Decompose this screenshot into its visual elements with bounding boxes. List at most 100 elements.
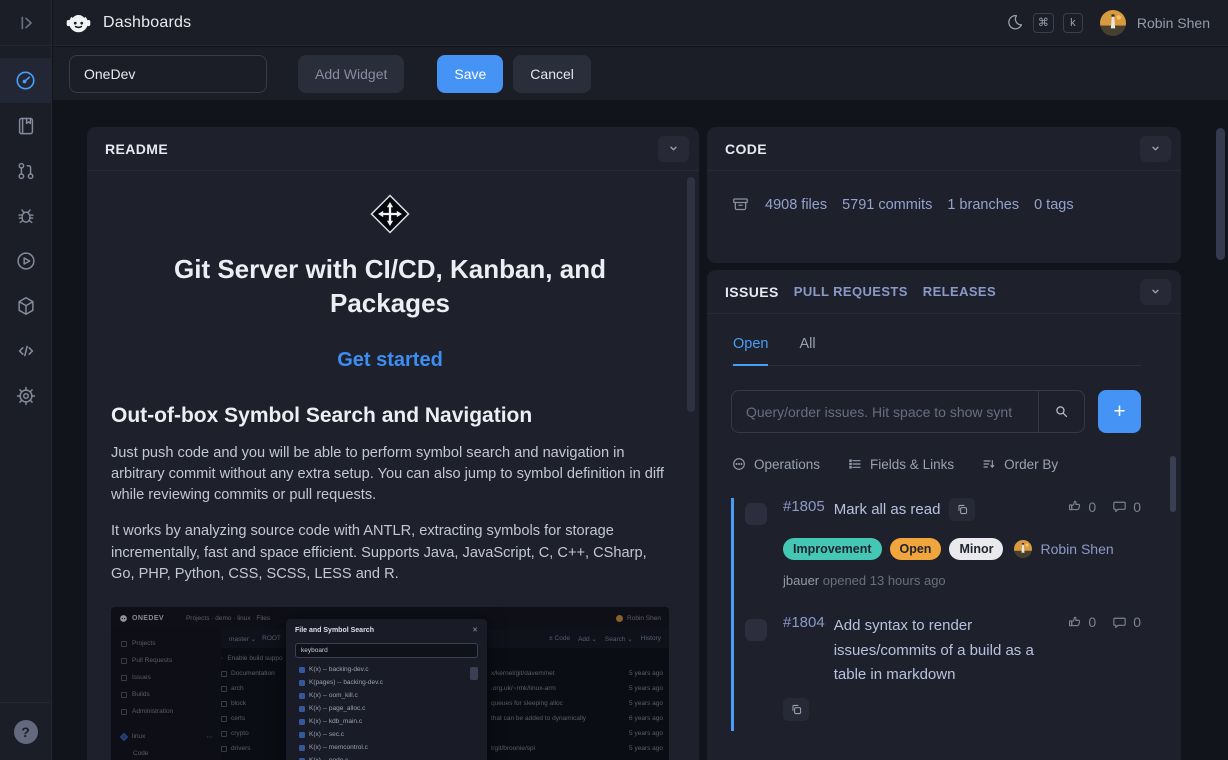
dashboard-content: README (53, 100, 1228, 760)
pull-requests-tab-link[interactable]: PULL REQUESTS (794, 284, 908, 299)
get-started-link[interactable]: Get started (111, 349, 669, 372)
readme-widget-title: README (105, 141, 168, 157)
issue-title-link[interactable]: Add syntax to render issues/commits of a… (834, 614, 1066, 688)
issues-tabs: Open All (731, 336, 1141, 366)
issue-main: #1804 Add syntax to render issues/commit… (783, 614, 1181, 721)
add-widget-button[interactable]: Add Widget (298, 55, 404, 93)
tags-count[interactable]: 0 tags (1034, 197, 1074, 213)
chevron-down-icon (666, 141, 681, 156)
sidebar-item-projects[interactable] (0, 103, 52, 148)
bug-icon (15, 205, 37, 227)
issues-query-input[interactable] (731, 390, 1038, 433)
code-widget-menu-button[interactable] (1140, 136, 1171, 162)
issue-number[interactable]: #1805 (783, 498, 825, 515)
copy-icon (956, 503, 969, 516)
issue-meta: jbauer opened 13 hours ago (783, 573, 1181, 588)
thumbs-up-icon (1066, 498, 1083, 515)
issue-comments[interactable]: 0 (1111, 498, 1141, 515)
commits-count[interactable]: 5791 commits (842, 197, 932, 213)
archive-icon (731, 195, 750, 214)
readme-subheading: Out-of-box Symbol Search and Navigation (111, 404, 669, 428)
releases-tab-link[interactable]: RELEASES (923, 284, 996, 299)
label-open[interactable]: Open (890, 538, 942, 560)
readme-paragraph-1: Just push code and you will be able to p… (111, 443, 669, 507)
new-issue-button[interactable]: + (1098, 390, 1141, 433)
label-improvement[interactable]: Improvement (783, 538, 882, 560)
search-icon (1053, 403, 1070, 420)
cancel-button[interactable]: Cancel (513, 55, 591, 93)
sidebar-item-pull-requests[interactable] (0, 148, 52, 193)
sidebar-help-section: ? (0, 702, 52, 760)
screenshot-result-item: K(x) -- kdb_main.c (295, 715, 478, 728)
help-button[interactable]: ? (14, 720, 38, 744)
sidebar-expand-button[interactable] (0, 0, 52, 46)
kbd-command-key: ⌘ (1033, 13, 1054, 33)
readme-widget: README (87, 127, 699, 760)
sort-icon (981, 456, 997, 472)
tab-open[interactable]: Open (733, 336, 768, 366)
screenshot-result-item: K(x) -- sec.c (295, 728, 478, 741)
copy-icon (790, 703, 803, 716)
sidebar-item-builds[interactable] (0, 238, 52, 283)
screenshot-result-item: K(x) -- memcontrol.c (295, 741, 478, 754)
screenshot-result-item: K(x) -- page_alloc.c (295, 702, 478, 715)
issues-search-button[interactable] (1038, 390, 1085, 433)
code-widget-header: CODE (707, 127, 1181, 171)
readme-scrollbar[interactable] (687, 177, 695, 412)
page-scrollbar[interactable] (1216, 128, 1225, 260)
operations-icon (731, 456, 747, 472)
operations-menu[interactable]: Operations (731, 456, 820, 472)
play-circle-icon (15, 250, 37, 272)
user-avatar[interactable] (1100, 10, 1126, 36)
issues-widget-header: ISSUES PULL REQUESTS RELEASES (707, 270, 1181, 314)
issues-widget: ISSUES PULL REQUESTS RELEASES Open All (707, 270, 1181, 760)
issue-checkbox[interactable] (745, 619, 767, 641)
code-stats: 4908 files 5791 commits 1 branches 0 tag… (707, 171, 1181, 214)
tab-all[interactable]: All (799, 336, 815, 365)
thumbs-up-icon (1066, 614, 1083, 631)
copy-issue-button[interactable] (783, 698, 809, 721)
issues-widget-menu-button[interactable] (1140, 279, 1171, 305)
code-widget-title: CODE (725, 141, 767, 157)
assignee-avatar[interactable] (1014, 540, 1032, 558)
sidebar-nav (0, 58, 52, 418)
sidebar-item-packages[interactable] (0, 283, 52, 328)
reporter-name[interactable]: jbauer (783, 573, 819, 588)
assignee-name[interactable]: Robin Shen (1040, 541, 1113, 557)
book-icon (15, 115, 37, 137)
issue-number[interactable]: #1804 (783, 614, 825, 631)
sidebar-item-issues[interactable] (0, 193, 52, 238)
chevron-down-icon (1148, 284, 1163, 299)
sidebar-item-administration[interactable] (0, 373, 52, 418)
user-name[interactable]: Robin Shen (1137, 15, 1210, 31)
order-by-menu[interactable]: Order By (981, 456, 1058, 472)
issue-row-1804: #1804 Add syntax to render issues/commit… (745, 614, 1181, 721)
save-button[interactable]: Save (437, 55, 503, 93)
sidebar-item-dashboards[interactable] (0, 58, 52, 103)
sidebar-item-code[interactable] (0, 328, 52, 373)
package-icon (15, 295, 37, 317)
onedev-robot-logo-icon (65, 9, 92, 36)
issues-content: Open All + Operations (707, 314, 1181, 721)
readme-widget-menu-button[interactable] (658, 136, 689, 162)
screenshot-modal-search-input: keyboard (295, 643, 478, 658)
screenshot-result-item: K(x) -- oom_kill.c (295, 689, 478, 702)
label-minor[interactable]: Minor (949, 538, 1003, 560)
issue-title-link[interactable]: Mark all as read (834, 498, 941, 523)
dashboard-name-input[interactable] (69, 55, 267, 93)
branches-count[interactable]: 1 branches (947, 197, 1019, 213)
issue-comments[interactable]: 0 (1111, 614, 1141, 631)
issue-checkbox[interactable] (745, 503, 767, 525)
fields-links-menu[interactable]: Fields & Links (847, 456, 954, 472)
screenshot-result-item: K(x) -- backing-dev.c (295, 663, 478, 676)
issues-tab-link[interactable]: ISSUES (725, 284, 779, 300)
files-count[interactable]: 4908 files (765, 197, 827, 213)
dark-mode-moon-icon[interactable] (1005, 13, 1024, 32)
screenshot-search-modal: File and Symbol Search ✕ keyboard K(x) -… (286, 619, 487, 760)
onedev-app: ? Dashboards ⌘ k Robin Shen Add Widget S… (0, 0, 1228, 760)
issue-likes[interactable]: 0 (1066, 614, 1096, 631)
issues-filter-row: Operations Fields & Links Order By (731, 456, 1181, 472)
issue-likes[interactable]: 0 (1066, 498, 1096, 515)
chevron-down-icon (1148, 141, 1163, 156)
copy-issue-button[interactable] (949, 498, 975, 521)
